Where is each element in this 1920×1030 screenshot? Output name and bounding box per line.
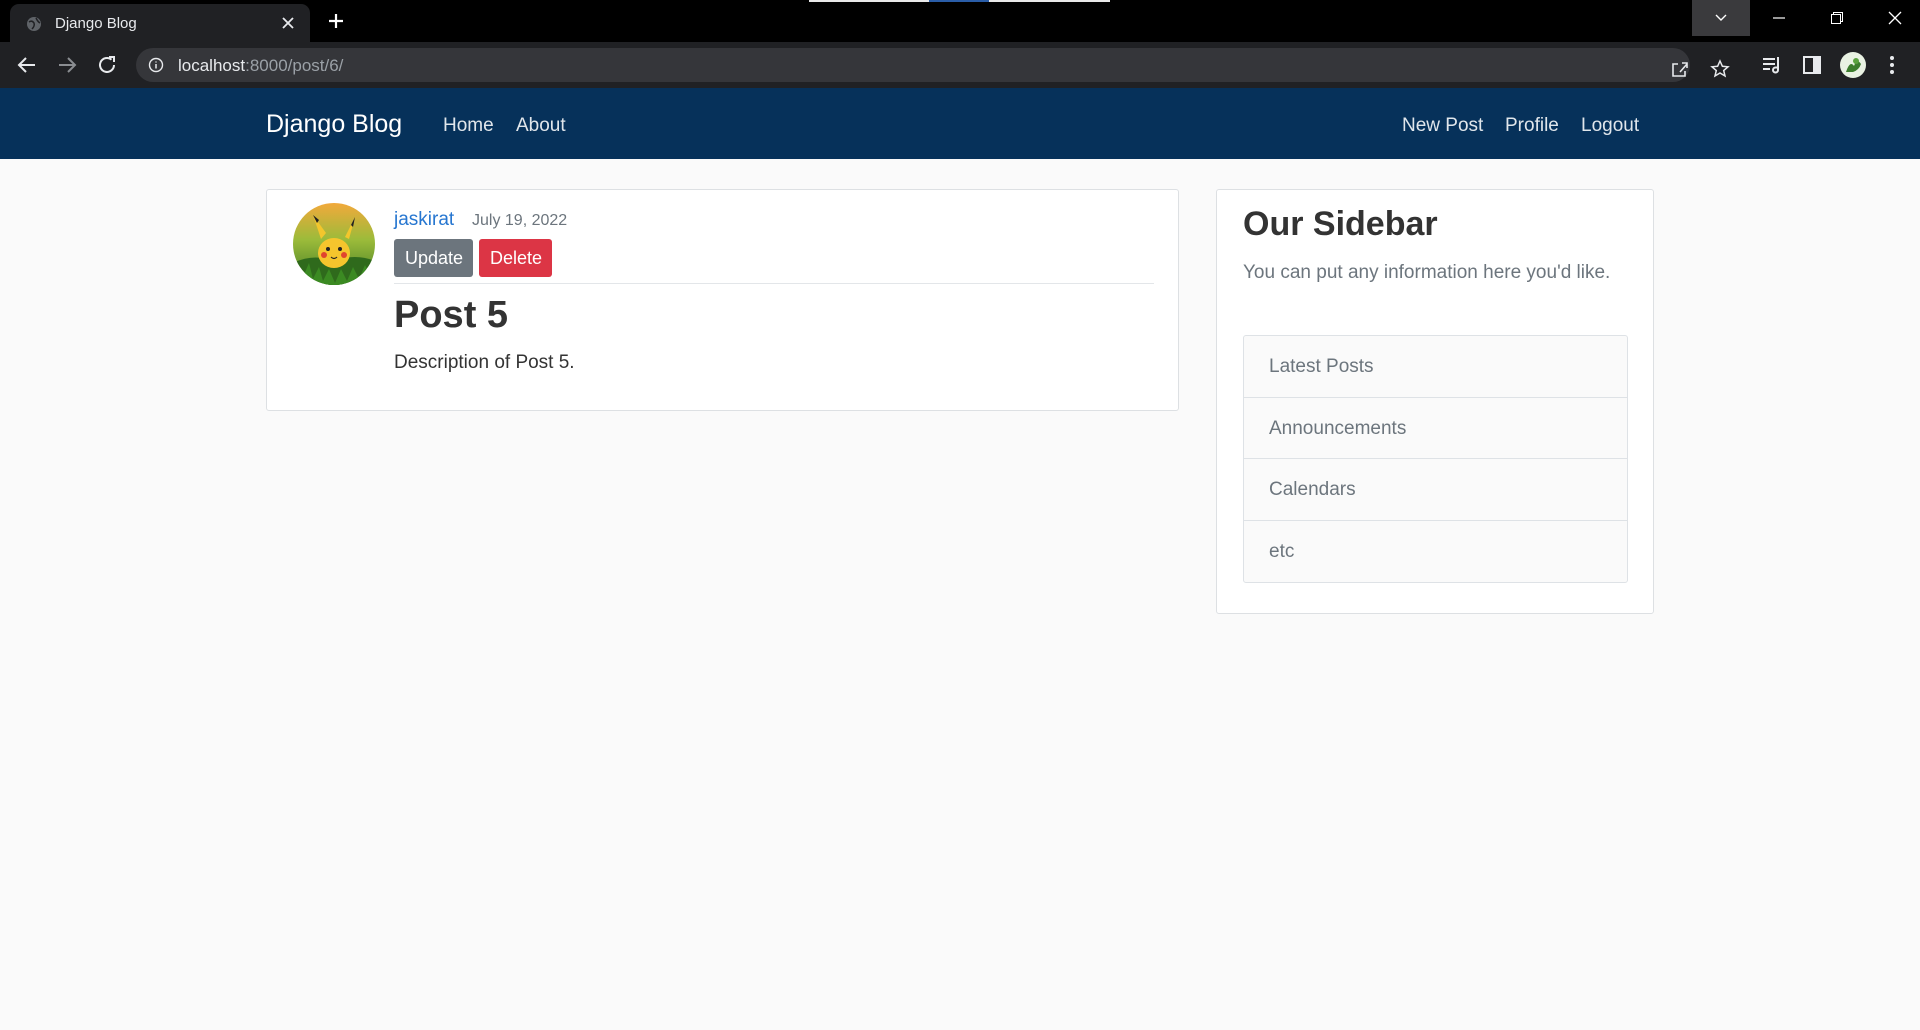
sidebar-item-latest-posts[interactable]: Latest Posts: [1244, 336, 1627, 398]
minimize-icon: [1773, 17, 1785, 19]
sidebar: Our Sidebar You can put any information …: [1216, 189, 1654, 614]
info-icon[interactable]: [148, 57, 164, 73]
browser-tab-active[interactable]: Django Blog: [10, 4, 310, 42]
author-avatar: [293, 203, 375, 285]
reading-list-icon[interactable]: [1760, 53, 1784, 77]
tab-title: Django Blog: [55, 15, 137, 32]
forward-arrow-icon[interactable]: [55, 53, 79, 77]
profile-avatar[interactable]: [1840, 52, 1866, 78]
share-icon[interactable]: [1670, 59, 1690, 79]
reload-icon[interactable]: [95, 53, 119, 77]
sidebar-description: You can put any information here you'd l…: [1243, 262, 1611, 283]
more-menu-icon[interactable]: [1880, 53, 1904, 77]
sidebar-item-announcements[interactable]: Announcements: [1244, 398, 1627, 459]
browser-tabstrip: Django Blog: [0, 0, 1920, 42]
side-panel-icon[interactable]: [1800, 53, 1824, 77]
profile-picture-icon: [1846, 58, 1861, 72]
bookmark-star-icon[interactable]: [1710, 59, 1730, 79]
url-path: :8000/post/6/: [245, 56, 344, 75]
new-tab-icon[interactable]: [326, 11, 346, 31]
minimize-button[interactable]: [1750, 0, 1808, 36]
nav-about[interactable]: About: [516, 115, 566, 137]
nav-new-post[interactable]: New Post: [1402, 115, 1483, 137]
post-divider: [394, 283, 1154, 284]
post-date: July 19, 2022: [472, 212, 568, 229]
back-arrow-icon[interactable]: [15, 53, 39, 77]
tab-search-button[interactable]: [1692, 0, 1750, 36]
pikachu-avatar-icon: [293, 203, 375, 285]
close-window-button[interactable]: [1866, 0, 1920, 36]
post-title: Post 5: [394, 294, 509, 336]
loading-indicator: [809, 0, 1110, 2]
url-host: localhost: [178, 56, 246, 75]
nav-home[interactable]: Home: [443, 115, 494, 137]
globe-icon: [27, 17, 41, 31]
close-tab-icon[interactable]: [280, 15, 296, 31]
update-button[interactable]: Update: [394, 239, 473, 277]
author-link[interactable]: jaskirat: [394, 209, 454, 231]
browser-toolbar: localhost:8000/post/6/: [0, 42, 1920, 88]
address-bar[interactable]: localhost:8000/post/6/: [136, 48, 1730, 82]
brand-link[interactable]: Django Blog: [266, 110, 402, 139]
sidebar-title: Our Sidebar: [1243, 205, 1438, 243]
sidebar-item-etc[interactable]: etc: [1244, 521, 1627, 583]
nav-profile[interactable]: Profile: [1505, 115, 1559, 137]
nav-logout[interactable]: Logout: [1581, 115, 1639, 137]
post-content: Description of Post 5.: [394, 352, 575, 373]
restore-icon: [1831, 12, 1843, 24]
chevron-down-icon: [1715, 14, 1727, 21]
close-icon: [1888, 11, 1902, 25]
restore-button[interactable]: [1808, 0, 1866, 36]
delete-button[interactable]: Delete: [479, 239, 552, 277]
url-text: localhost:8000/post/6/: [178, 56, 343, 76]
sidebar-list: Latest Posts Announcements Calendars etc: [1243, 335, 1628, 583]
post-card: jaskirat July 19, 2022 Update Delete Pos…: [266, 189, 1179, 411]
site-navbar: Django Blog Home About New Post Profile …: [0, 88, 1920, 159]
sidebar-item-calendars[interactable]: Calendars: [1244, 459, 1627, 521]
